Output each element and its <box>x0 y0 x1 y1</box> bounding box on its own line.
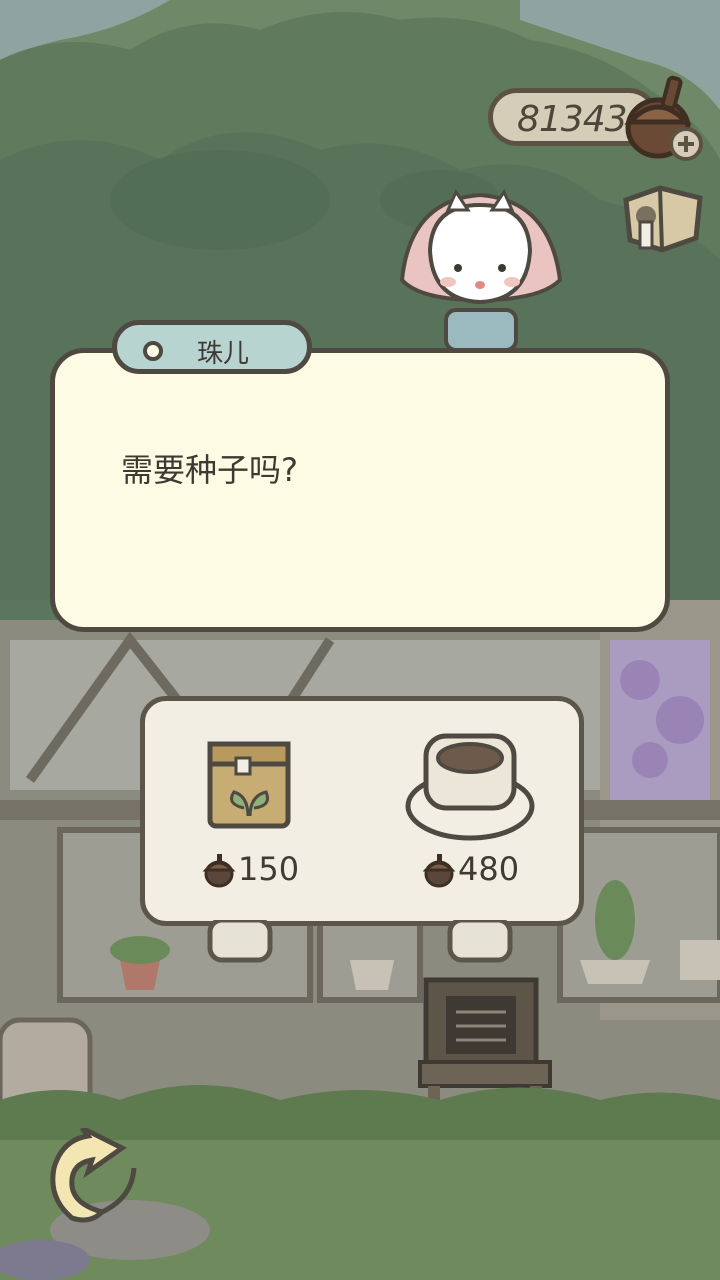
garden-background <box>0 0 720 1280</box>
acorn-icon[interactable] <box>616 72 712 168</box>
table-legs <box>207 920 513 963</box>
map-icon[interactable] <box>620 180 706 260</box>
acorn-amount: 81343 <box>517 99 628 140</box>
speaker-name-tag: 珠儿 <box>112 320 312 374</box>
name-dot-icon <box>143 341 163 361</box>
item-price: 150 <box>238 850 300 888</box>
back-arrow-icon[interactable] <box>42 1128 142 1224</box>
speaker-name: 珠儿 <box>197 339 250 369</box>
flower-pot-icon[interactable] <box>404 722 536 842</box>
acorn-icon <box>202 854 236 888</box>
dialog-box[interactable]: 需要种子吗? <box>50 348 670 632</box>
acorn-icon <box>422 854 456 888</box>
seed-bag-icon[interactable] <box>204 738 294 830</box>
dialog-text: 需要种子吗? <box>121 451 298 489</box>
item-price: 480 <box>458 850 520 888</box>
